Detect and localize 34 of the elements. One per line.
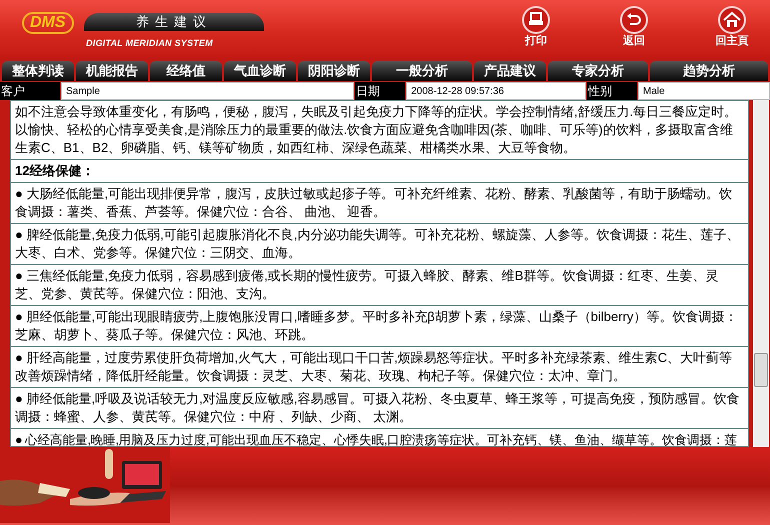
paragraph: ● 三焦经低能量,免疫力低弱，容易感到疲倦,或长期的慢性疲劳。可摄入蜂胶、酵素、维B群等。饮食调摄：红枣、生姜、灵芝、党参、黄芪等。保健穴位：阳池、支沟。 xyxy=(11,265,748,306)
tab[interactable]: 经络值 xyxy=(150,61,222,81)
tab[interactable]: 专家分析 xyxy=(548,61,648,81)
tab[interactable]: 整体判读 xyxy=(2,61,74,81)
tab[interactable]: 阴阳诊断 xyxy=(298,61,370,81)
text-field[interactable]: Male xyxy=(638,82,770,100)
scrollbar[interactable] xyxy=(753,100,769,447)
back-button[interactable]: 返回 xyxy=(610,6,658,48)
paragraph: ● 大肠经低能量,可能出现排便异常，腹泻，皮肤过敏或起疹子等。可补充纤维素、花粉、酵素、乳酸菌等，有助于肠蠕动。饮食调摄：薯类、香蕉、芦荟等。保健穴位：合谷、 曲池、 迎香。 xyxy=(11,183,748,224)
tab[interactable]: 产品建议 xyxy=(474,61,546,81)
paragraph: ● 脾经低能量,免疫力低弱,可能引起腹胀消化不良,内分泌功能失调等。可补充花粉、螺旋藻、人参等。饮食调摄：花生、莲子、大枣、白术、党参等。保健穴位：三阴交、血海。 xyxy=(11,224,748,265)
text-field[interactable]: Sample xyxy=(61,82,354,100)
paragraph: 如不注意会导致体重变化，有肠鸣，便秘，腹泻，失眠及引起免疫力下降等的症状。学会控制情绪,舒缓压力.每日三餐应定时。以愉快、轻松的心情享受美食,是消除压力的最重要的做法.饮食方面应避免含咖啡因(茶、咖啡、可乐等)的饮料，多摄取富含维生素C、B1、B2、卵磷脂、钙、镁等矿物质，如西红柿、深绿色蔬菜、柑橘类水果、大豆等食物。 xyxy=(11,101,748,160)
back-icon xyxy=(620,6,648,34)
paragraph: ● 胆经低能量,可能出现眼睛疲劳,上腹饱胀没胃口,嗜睡多梦。平时多补充β胡萝卜素，绿藻、山桑子（bilberry）等。饮食调摄：芝麻、胡萝卜、葵瓜子等。保健穴位：风池、环跳。 xyxy=(11,306,748,347)
text-field[interactable]: 2008-12-28 09:57:36 xyxy=(406,82,586,100)
printer-icon xyxy=(522,6,550,34)
tab[interactable]: 机能报告 xyxy=(76,61,148,81)
home-button[interactable]: 回主頁 xyxy=(708,6,756,48)
home-icon xyxy=(718,6,746,34)
paragraph: ● 肝经高能量，过度劳累使肝负荷增加,火气大，可能出现口干口苦,烦躁易怒等症状。平时多补充绿茶素、维生素C、大叶蓟等改善烦躁情绪，降低肝经能量。饮食调摄：灵芝、大枣、菊花、玫瑰、枸杞子等。保健穴位：太冲、章门。 xyxy=(11,347,748,388)
page-title: 养生建议 xyxy=(84,13,264,31)
field-label: 客户 xyxy=(0,82,60,100)
section-heading: 12经络保健： xyxy=(11,160,748,183)
paragraph: ● 肺经低能量,呼吸及说话较无力,对温度反应敏感,容易感冒。可摄入花粉、冬虫夏草、蜂王浆等，可提高免疫，预防感冒。饮食调摄：蜂蜜、人参、黄芪等。保健穴位：中府 、列缺、少商、 太渊。 xyxy=(11,388,748,429)
field-label: 日期 xyxy=(355,82,406,100)
tab[interactable]: 气血诊断 xyxy=(224,61,296,81)
tab[interactable]: 一般分析 xyxy=(372,61,472,81)
scroll-thumb[interactable] xyxy=(754,353,768,387)
field-label: 性别 xyxy=(587,82,637,100)
print-button[interactable]: 打印 xyxy=(512,6,560,48)
logo: DMS xyxy=(22,12,74,34)
subtitle: DIGITAL MERIDIAN SYSTEM xyxy=(86,37,213,50)
tab[interactable]: 趋势分析 xyxy=(650,61,768,81)
